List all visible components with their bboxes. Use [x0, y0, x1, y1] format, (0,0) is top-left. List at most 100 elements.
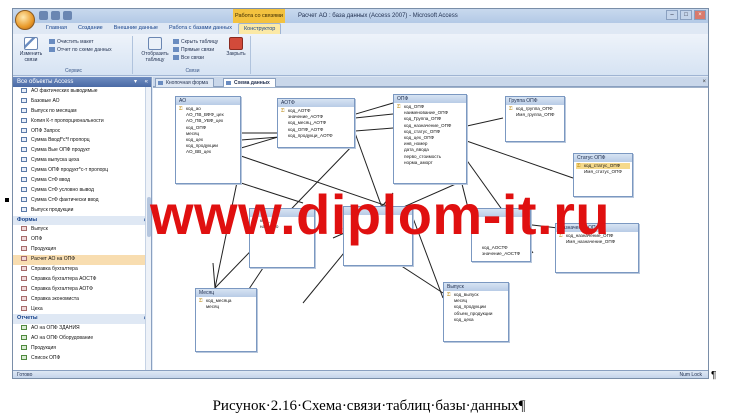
report-icon — [21, 345, 27, 351]
navigation-pane: Все объекты Access ▾ « АО фактических вы… — [13, 77, 152, 373]
show-table-button[interactable]: Отобразить таблицу — [139, 37, 171, 63]
table-opf-title[interactable]: ОПФ — [394, 95, 466, 103]
nav-query-item[interactable]: Копия К-т пропорциональности — [13, 117, 151, 127]
edit-links-button[interactable]: Изменить связи — [17, 37, 45, 63]
table-mesyac[interactable]: Месяц код_месяцамесяц — [195, 288, 257, 352]
office-button[interactable] — [15, 10, 35, 30]
group-links-label: Связи — [185, 68, 200, 74]
nav-form-item[interactable]: Справка экономиста — [13, 295, 151, 305]
nav-form-item[interactable]: Справка бухгалтера АОТФ — [13, 285, 151, 295]
close-button[interactable]: Закрыть — [223, 37, 249, 57]
all-links-button[interactable]: Все связи — [173, 55, 204, 62]
relationship-report-label: Отчет по схеме данных — [57, 47, 112, 53]
nav-query-item[interactable]: ОПФ Запрос — [13, 127, 151, 137]
close-document-icon[interactable]: × — [702, 77, 706, 87]
undo-icon[interactable] — [51, 11, 60, 20]
nav-query-item[interactable]: Сумма СтФ ввод — [13, 176, 151, 186]
nav-form-item-label: ОПФ — [31, 236, 43, 243]
nav-query-item[interactable]: Сумма СтФ фактически ввод — [13, 196, 151, 206]
nav-query-item[interactable]: Сумма СтФ условно вывод — [13, 186, 151, 196]
table-gruppa-opf-title[interactable]: Группа ОПФ — [506, 97, 564, 105]
nav-form-item-label: Справка экономиста — [31, 295, 79, 302]
table-aotf-fields: код_АОТФзначение_АОТФкод_месяц_АОТФкод_О… — [278, 107, 354, 140]
nav-query-item[interactable]: Сумма ОПФ продукт*с-т пропорц — [13, 166, 151, 176]
direct-links-button[interactable]: Прямые связи — [173, 47, 214, 54]
clear-layout-button[interactable]: Очистить макет — [49, 39, 94, 46]
nav-form-item[interactable]: Справка бухгалтера — [13, 265, 151, 275]
doc-tab-switchboard[interactable]: Кнопочная форма — [155, 78, 214, 87]
nav-header[interactable]: Все объекты Access ▾ « — [13, 77, 151, 87]
table-status-opf-title[interactable]: Статус ОПФ — [574, 154, 632, 162]
table-field[interactable]: Имя_статус_ОПФ — [576, 169, 630, 175]
nav-query-item-label: Сумма Вводf*с*f пропорц — [31, 137, 90, 144]
nav-query-item[interactable]: Выпуск по месяцам — [13, 107, 151, 117]
nav-query-item[interactable]: Базовые АО — [13, 97, 151, 107]
ribbon-tabs: Главная Создание Внешние данные Работа с… — [41, 23, 282, 34]
nav-form-item[interactable]: Справка бухгалтера АОСТФ — [13, 275, 151, 285]
query-icon — [21, 147, 27, 153]
nav-query-item[interactable]: Сумма Вые ОПФ продукт — [13, 146, 151, 156]
nav-form-item[interactable]: Выпуск — [13, 225, 151, 235]
clear-layout-icon — [49, 39, 55, 44]
bullet-mark — [5, 198, 9, 202]
tab-design[interactable]: Конструктор — [237, 23, 282, 34]
tab-home[interactable]: Главная — [41, 23, 72, 34]
nav-query-item[interactable]: Сумма выпуска цеха — [13, 156, 151, 166]
save-icon[interactable] — [39, 11, 48, 20]
report-icon — [49, 47, 55, 52]
table-ao-title[interactable]: АО — [176, 97, 240, 105]
table-field[interactable]: месяц — [198, 304, 254, 310]
nav-form-item[interactable]: Расчет АО на ОПФ — [13, 255, 151, 266]
tab-database-tools[interactable]: Работа с базами данных — [164, 23, 237, 34]
nav-report-item-label: АО на ОПФ Оборудование — [31, 335, 94, 342]
nav-query-item[interactable]: АО фактических выводимые — [13, 87, 151, 97]
hide-table-button[interactable]: Скрыть таблицу — [173, 39, 218, 46]
table-field[interactable]: значение_АОСТФ — [474, 251, 528, 257]
table-ao[interactable]: АО код_аоАО_ПВ_ВФФ_цехАО_ПВ_УВФ_цехкод_О… — [175, 96, 241, 184]
tab-external-data[interactable]: Внешние данные — [109, 23, 163, 34]
nav-form-item-label: Выпуск — [31, 226, 48, 233]
relationship-report-button[interactable]: Отчет по схеме данных — [49, 47, 112, 54]
table-ao-fields: код_аоАО_ПВ_ВФФ_цехАО_ПВ_УВФ_цехкод_ОПФм… — [176, 105, 240, 157]
nav-query-item[interactable]: Сумма Вводf*с*f пропорц — [13, 136, 151, 146]
nav-query-item-label: Сумма выпуска цеха — [31, 157, 80, 164]
nav-form-item[interactable]: Продукция — [13, 245, 151, 255]
tab-create[interactable]: Создание — [73, 23, 108, 34]
query-icon — [21, 177, 27, 183]
table-field[interactable]: код_цеха — [446, 317, 506, 323]
nav-section-forms[interactable]: Формы — [13, 215, 151, 226]
nav-form-item-label: Справка бухгалтера АОСТФ — [31, 275, 97, 282]
table-field[interactable]: код_продукци_АОТФ — [280, 133, 352, 139]
minimize-button[interactable]: – — [666, 10, 678, 20]
query-icon — [21, 127, 27, 133]
table-field[interactable]: норма_аморт — [396, 160, 464, 166]
nav-report-item[interactable]: АО на ОПФ ЗДАНИЯ — [13, 324, 151, 334]
table-mesyac-title[interactable]: Месяц — [196, 289, 256, 297]
doc-tab-schema[interactable]: Схема данных — [223, 78, 276, 87]
nav-form-item[interactable]: Цеха — [13, 305, 151, 315]
collapse-icon[interactable]: « — [145, 77, 148, 87]
table-aotf-title[interactable]: АОТФ — [278, 99, 354, 107]
table-field[interactable]: АО_ВВ_цех — [178, 149, 238, 155]
nav-header-label: Все объекты Access — [17, 79, 74, 85]
nav-section-reports[interactable]: Отчеты — [13, 314, 151, 325]
table-gruppa-opf-fields: код_группа_ОПФИмя_группа_ОПФ — [506, 105, 564, 119]
nav-report-item[interactable]: АО на ОПФ Оборудование — [13, 334, 151, 344]
table-vypusk-fields: код_выпускмесяцкод_продукцииобъем_продук… — [444, 291, 508, 324]
table-vypusk[interactable]: Выпуск код_выпускмесяцкод_продукцииобъем… — [443, 282, 509, 342]
table-field[interactable]: Имя_группа_ОПФ — [508, 112, 562, 118]
nav-report-item[interactable]: Продукция — [13, 344, 151, 354]
table-opf-fields: код_ОПФнаименование_ОПФкод_Группа_ОПФкод… — [394, 103, 466, 167]
chevron-down-icon[interactable]: ▾ — [134, 77, 137, 87]
close-window-button[interactable]: × — [694, 10, 706, 20]
nav-query-item[interactable]: Выпуск продукции — [13, 206, 151, 216]
table-opf[interactable]: ОПФ код_ОПФнаименование_ОПФкод_Группа_ОП… — [393, 94, 467, 184]
query-icon — [21, 157, 27, 163]
nav-report-item[interactable]: Список ОПФ — [13, 354, 151, 364]
table-gruppa-opf[interactable]: Группа ОПФ код_группа_ОПФИмя_группа_ОПФ — [505, 96, 565, 142]
nav-form-item[interactable]: ОПФ — [13, 235, 151, 245]
maximize-button[interactable]: □ — [680, 10, 692, 20]
table-vypusk-title[interactable]: Выпуск — [444, 283, 508, 291]
table-aotf[interactable]: АОТФ код_АОТФзначение_АОТФкод_месяц_АОТФ… — [277, 98, 355, 148]
redo-icon[interactable] — [63, 11, 72, 20]
